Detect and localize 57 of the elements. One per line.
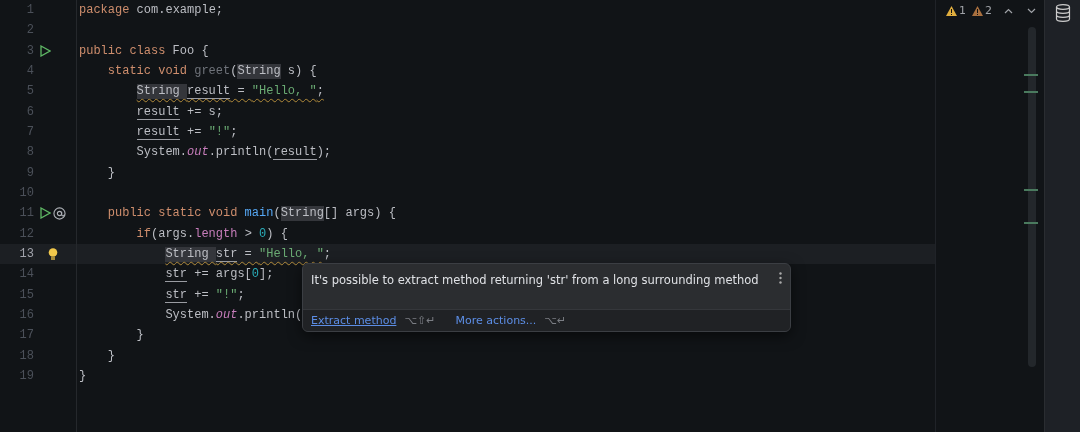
line-number: 4 <box>25 64 34 79</box>
code-line: result += "!"; <box>136 125 238 140</box>
code-line: System.out.println(result); <box>136 145 332 160</box>
code-line: } <box>107 348 115 363</box>
lightbulb-icon[interactable] <box>48 247 58 261</box>
code-line: str += "!"; <box>165 287 245 302</box>
code-line: result += s; <box>136 104 224 119</box>
line-number: 17 <box>18 328 34 343</box>
code-line: public class Foo { <box>79 43 209 58</box>
popup-message: It's possible to extract method returning 'str' from a long surrounding method <box>311 273 760 287</box>
line-number: 15 <box>18 287 34 302</box>
code-line: str += args[0]; <box>165 267 274 282</box>
more-options-icon[interactable] <box>779 272 782 284</box>
line-number: 11 <box>18 206 34 221</box>
code-line: } <box>107 165 115 180</box>
code-line: String result = "Hello, "; <box>136 84 324 99</box>
line-number: 16 <box>18 308 34 323</box>
line-number: 18 <box>18 348 34 363</box>
code-line: package com.example; <box>79 3 224 18</box>
at-sign-icon[interactable] <box>53 206 66 220</box>
action-link[interactable]: More actions... <box>455 314 537 327</box>
scroll-mark <box>1024 222 1038 224</box>
line-number: 14 <box>18 267 34 282</box>
line-number: 13 <box>18 247 34 262</box>
shortcut-hint: ⌥↵ <box>544 314 567 327</box>
warning-icon <box>972 5 983 16</box>
line-number: 6 <box>25 104 34 119</box>
code-line: public static void main(String[] args) { <box>107 206 396 221</box>
code-line: } <box>136 328 144 343</box>
chevron-down-icon[interactable] <box>1027 7 1036 14</box>
line-number: 12 <box>18 226 34 241</box>
code-line: } <box>79 369 87 384</box>
scroll-mark <box>1024 189 1038 191</box>
action-link[interactable]: Extract method <box>311 314 397 327</box>
scroll-mark <box>1024 74 1038 76</box>
warning-icon <box>946 5 957 16</box>
chevron-up-icon[interactable] <box>1004 7 1013 14</box>
run-icon[interactable] <box>39 44 51 57</box>
line-number: 10 <box>18 186 34 201</box>
scroll-mark <box>1024 91 1038 93</box>
run-icon[interactable] <box>39 207 51 220</box>
line-number: 1 <box>25 3 34 18</box>
shortcut-hint: ⌥⇧↵ <box>404 314 436 327</box>
database-icon[interactable] <box>1054 4 1071 22</box>
code-line: System.out.println( <box>165 308 303 323</box>
line-number: 7 <box>25 125 34 140</box>
line-number: 5 <box>25 84 34 99</box>
problem-count[interactable]: 1 <box>959 4 966 17</box>
line-number: 9 <box>25 165 34 180</box>
code-line: static void greet(String s) { <box>107 64 317 79</box>
line-number: 2 <box>25 23 34 38</box>
line-number: 8 <box>25 145 34 160</box>
code-line: String str = "Hello, "; <box>165 247 332 262</box>
code-line: if(args.length > 0) { <box>136 226 288 241</box>
line-number: 3 <box>25 43 34 58</box>
problem-count[interactable]: 2 <box>985 4 992 17</box>
line-number: 19 <box>18 369 34 384</box>
